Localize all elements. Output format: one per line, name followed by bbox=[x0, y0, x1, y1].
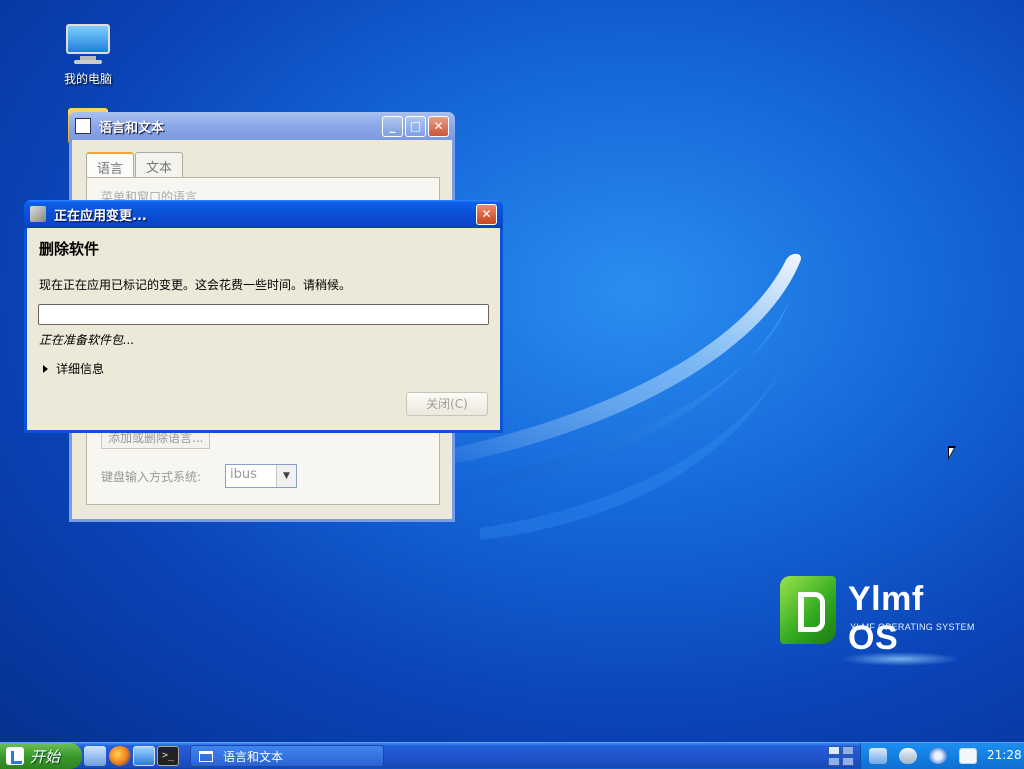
ylmf-logo: Ylmf OS YLMF OPERATING SYSTEM bbox=[780, 576, 980, 657]
details-label: 详细信息 bbox=[56, 362, 105, 376]
quicklaunch-desktop-icon[interactable] bbox=[133, 746, 155, 766]
drive-icon[interactable] bbox=[899, 748, 917, 764]
progress-status: 正在准备软件包... bbox=[39, 333, 135, 347]
workspace-1[interactable] bbox=[828, 746, 840, 755]
ylmf-mark-icon bbox=[780, 576, 836, 644]
system-tray: 21:28 bbox=[860, 743, 1024, 769]
start-label: 开始 bbox=[30, 747, 61, 766]
taskbar-window-label: 语言和文本 bbox=[223, 749, 284, 764]
window-title: 语言和文本 bbox=[99, 120, 165, 136]
workspace-2[interactable] bbox=[842, 746, 854, 755]
keyboard-input-select[interactable]: ibus ▼ bbox=[225, 464, 297, 488]
dialog-close-button[interactable]: ✕ bbox=[476, 203, 497, 225]
logo-title: Ylmf OS bbox=[848, 580, 924, 657]
quicklaunch-firefox-icon[interactable] bbox=[109, 746, 131, 766]
workspace-3[interactable] bbox=[828, 757, 840, 766]
keyboard-input-label: 键盘输入方式系统: bbox=[101, 470, 202, 484]
dialog-description: 现在正在应用已标记的变更。这会花费一些时间。请稍候。 bbox=[39, 278, 352, 292]
logo-subtitle: YLMF OPERATING SYSTEM bbox=[850, 622, 975, 632]
maximize-icon: □ bbox=[409, 118, 422, 133]
minimize-button[interactable]: _ bbox=[382, 115, 403, 137]
workspace-4[interactable] bbox=[842, 757, 854, 766]
quicklaunch-finder-icon[interactable] bbox=[84, 746, 106, 766]
window-titlebar[interactable]: 语言和文本 _ □ ✕ bbox=[69, 112, 455, 140]
dialog-heading: 删除软件 bbox=[39, 240, 100, 258]
computer-icon bbox=[64, 22, 112, 66]
progress-bar bbox=[38, 304, 489, 325]
desktop-icon-my-computer[interactable]: 我的电脑 bbox=[53, 22, 123, 87]
keyboard-input-value: ibus bbox=[230, 467, 257, 482]
dialog-title: 正在应用变更... bbox=[54, 208, 147, 224]
logo-glow bbox=[840, 652, 960, 666]
applying-changes-dialog: 正在应用变更... ✕ 删除软件 现在正在应用已标记的变更。这会花费一些时间。请… bbox=[24, 200, 503, 433]
maximize-button[interactable]: □ bbox=[405, 115, 426, 137]
minimize-icon: _ bbox=[389, 118, 396, 133]
workspace-pager[interactable] bbox=[828, 746, 854, 766]
volume-icon[interactable] bbox=[929, 748, 947, 764]
mail-icon[interactable] bbox=[959, 748, 977, 764]
network-icon[interactable] bbox=[869, 748, 887, 764]
expander-arrow-icon bbox=[43, 364, 48, 373]
clock[interactable]: 21:28 bbox=[987, 748, 1022, 762]
start-icon bbox=[6, 747, 24, 765]
close-icon: ✕ bbox=[481, 206, 492, 221]
mouse-pointer-icon bbox=[948, 446, 956, 460]
package-icon bbox=[30, 206, 46, 222]
desktop-icon-label: 我的电脑 bbox=[63, 72, 112, 86]
close-button[interactable]: 关闭(C) bbox=[406, 392, 488, 416]
close-icon: ✕ bbox=[433, 118, 444, 133]
details-expander[interactable]: 详细信息 bbox=[39, 360, 104, 377]
dialog-titlebar[interactable]: 正在应用变更... ✕ bbox=[24, 200, 503, 228]
window-app-icon bbox=[75, 118, 91, 134]
start-button[interactable]: 开始 bbox=[0, 743, 82, 769]
taskbar: 开始 >_ 语言和文本 21:28 bbox=[0, 742, 1024, 769]
quicklaunch-terminal-icon[interactable]: >_ bbox=[157, 746, 179, 766]
taskbar-window-button[interactable]: 语言和文本 bbox=[190, 745, 384, 767]
chevron-down-icon: ▼ bbox=[276, 465, 296, 487]
close-window-button[interactable]: ✕ bbox=[428, 115, 449, 137]
window-icon bbox=[199, 750, 213, 762]
